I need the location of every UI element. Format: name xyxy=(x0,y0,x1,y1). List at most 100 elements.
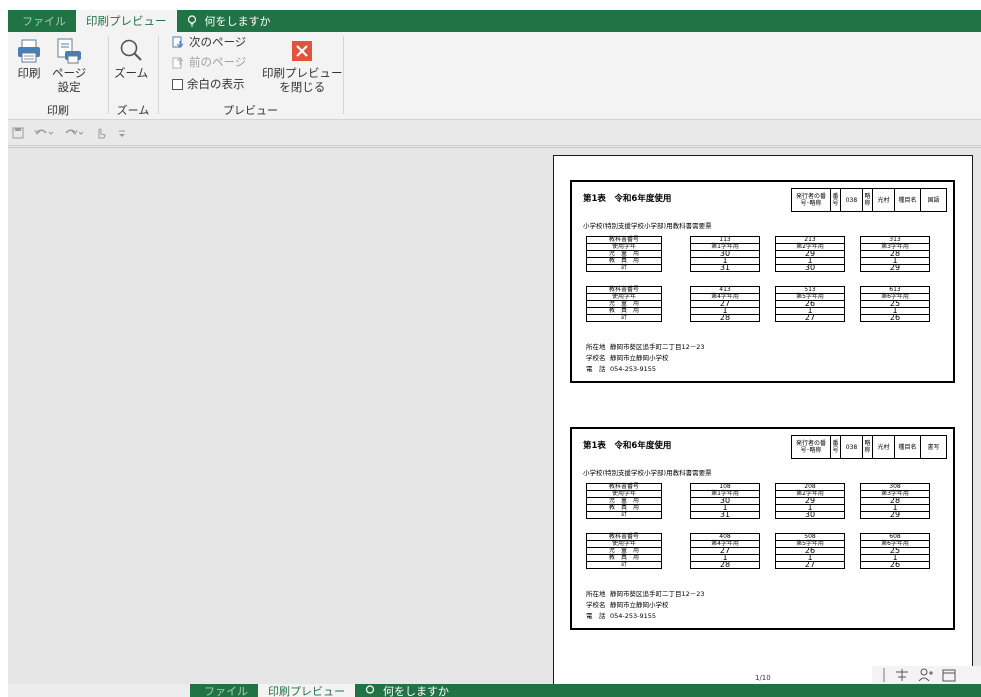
print-label: 印刷 xyxy=(17,66,41,80)
phone-key: 電 話 xyxy=(586,365,606,373)
tab-print-preview[interactable]: 印刷プレビュー xyxy=(258,684,355,697)
save-icon[interactable] xyxy=(12,127,24,139)
school-address-block: 所在地 静岡市葵区追手町二丁目12－23 学校名 静岡市立静岡小学校 電 話 054-… xyxy=(586,342,705,375)
subject-name: 書写 xyxy=(920,436,946,458)
quick-access-toolbar xyxy=(8,121,981,146)
publisher-box: 発行者の番号･略称 番号 038 略称 光村 種目名 書写 xyxy=(791,435,947,459)
tab-file[interactable]: ファイル xyxy=(190,684,258,697)
subject-name: 国語 xyxy=(920,189,946,211)
close-preview-label-1: 印刷プレビュー xyxy=(262,66,343,80)
cell: 26 xyxy=(860,314,930,322)
address-key: 所在地 xyxy=(586,590,606,598)
ribbon-tab-bar: ファイル 印刷プレビュー 何をしますか xyxy=(8,10,981,32)
publisher-col1: 番号 xyxy=(830,189,840,211)
group-divider xyxy=(343,36,344,114)
publisher-col2: 略称 xyxy=(862,189,872,211)
touch-mode-icon[interactable] xyxy=(94,127,108,139)
view-mode-controls xyxy=(872,666,981,684)
grade-column: 508 第5学年用 26 1 27 xyxy=(775,533,845,569)
next-page-label: 次のページ xyxy=(189,35,247,49)
publisher-abbr: 光村 xyxy=(872,189,894,211)
address-key: 所在地 xyxy=(586,343,606,351)
previous-page-button[interactable]: 前のページ xyxy=(172,54,246,70)
grade-column: 408 第4学年用 27 1 28 xyxy=(690,533,760,569)
tab-file[interactable]: ファイル xyxy=(8,10,76,32)
cell: 29 xyxy=(860,511,930,519)
publisher-box: 発行者の番号･略称 番号 038 略称 光村 種目名 国語 xyxy=(791,188,947,212)
school-key: 学校名 xyxy=(586,601,606,609)
grade-column: 513 第5学年用 26 1 27 xyxy=(775,286,845,322)
accessibility-icon[interactable] xyxy=(918,668,934,682)
address-value: 静岡市葵区追手町二丁目12－23 xyxy=(610,590,705,598)
cell: 31 xyxy=(690,264,760,272)
ribbon-tab-bar-duplicate: ファイル 印刷プレビュー 何をしますか xyxy=(190,684,981,697)
publisher-col2: 略称 xyxy=(862,436,872,458)
show-margins-label: 余白の表示 xyxy=(187,77,245,91)
page-view-icon[interactable] xyxy=(942,668,956,682)
tell-me-label: 何をしますか xyxy=(383,684,449,697)
customize-qat-icon[interactable] xyxy=(118,127,126,139)
redo-icon[interactable] xyxy=(64,127,84,139)
row-label: 計 xyxy=(586,264,662,272)
school-key: 学校名 xyxy=(586,354,606,362)
checkbox-box[interactable] xyxy=(172,78,183,90)
close-icon xyxy=(292,41,313,61)
scroll-marker-icon xyxy=(883,668,885,682)
page-indicator: 1/10 xyxy=(755,674,771,682)
close-preview-label-2: を閉じる xyxy=(279,80,326,94)
cell: 27 xyxy=(775,314,845,322)
page-setup-label-1: ページ xyxy=(52,66,87,80)
ribbon: 印刷 ページ 設定 印刷 ズーム ズーム 次のページ 前のページ 余白の表示 印… xyxy=(8,32,981,120)
form-subtitle: 小学校(特別支援学校小学部)用教科書需要票 xyxy=(583,469,712,477)
zoom-label: ズーム xyxy=(114,66,149,80)
row-label-table: 教科書番号 使用学年 児 童 用 教 員 用 計 xyxy=(586,236,662,272)
lightbulb-icon xyxy=(365,684,375,694)
grade-column: 213 第2学年用 29 1 30 xyxy=(775,236,845,272)
address-value: 静岡市葵区追手町二丁目12－23 xyxy=(610,343,705,351)
form-subtitle: 小学校(特別支援学校小学部)用教科書需要票 xyxy=(583,222,712,230)
print-button[interactable]: 印刷 xyxy=(16,38,42,80)
close-print-preview-button[interactable]: 印刷プレビュー を閉じる xyxy=(262,38,343,94)
publisher-abbr: 光村 xyxy=(872,436,894,458)
sheet-tab-area xyxy=(8,684,190,697)
group-print: 印刷 ページ 設定 印刷 xyxy=(8,32,108,120)
school-value: 静岡市立静岡小学校 xyxy=(610,601,669,609)
printer-icon xyxy=(18,39,40,63)
grade-column: 113 第1学年用 30 1 31 xyxy=(690,236,760,272)
page-setup-button[interactable]: ページ 設定 xyxy=(52,38,86,94)
publisher-label: 発行者の番号･略称 xyxy=(795,193,826,207)
cell: 27 xyxy=(775,561,845,569)
cell: 26 xyxy=(860,561,930,569)
demand-form-1: 第1表 令和6年度使用 発行者の番号･略称 番号 038 略称 光村 種目名 国… xyxy=(570,180,955,383)
group-preview: 次のページ 前のページ 余白の表示 印刷プレビュー を閉じる プレビュー xyxy=(158,32,343,120)
window-left-margin xyxy=(0,0,8,697)
row-label-table: 教科書番号 使用学年 児 童 用 教 員 用 計 xyxy=(586,483,662,519)
cell: 30 xyxy=(775,264,845,272)
tell-me-box[interactable]: 何をしますか xyxy=(355,684,459,697)
text-direction-icon[interactable] xyxy=(894,668,910,682)
next-page-button[interactable]: 次のページ xyxy=(172,34,246,50)
zoom-button[interactable]: ズーム xyxy=(114,38,148,80)
tell-me-box[interactable]: 何をしますか xyxy=(177,10,281,32)
cell: 30 xyxy=(775,511,845,519)
group-preview-label: プレビュー xyxy=(223,104,278,117)
show-margins-checkbox[interactable]: 余白の表示 xyxy=(172,76,245,92)
grade-column: 208 第2学年用 29 1 30 xyxy=(775,483,845,519)
page-setup-icon xyxy=(57,38,82,64)
previous-page-icon xyxy=(172,56,184,68)
subject-label: 種目名 xyxy=(894,189,920,211)
undo-icon[interactable] xyxy=(34,127,54,139)
row-label-table: 教科書番号 使用学年 児 童 用 教 員 用 計 xyxy=(586,533,662,569)
group-zoom-label: ズーム xyxy=(116,104,150,117)
page-setup-label-2: 設定 xyxy=(57,80,81,94)
window-top-margin xyxy=(0,0,981,10)
previous-page-label: 前のページ xyxy=(189,55,247,69)
row-label: 計 xyxy=(586,511,662,519)
school-address-block: 所在地 静岡市葵区追手町二丁目12－23 学校名 静岡市立静岡小学校 電 話 054-… xyxy=(586,589,705,622)
lightbulb-icon xyxy=(187,15,196,27)
row-label: 計 xyxy=(586,561,662,569)
phone-key: 電 話 xyxy=(586,612,606,620)
tab-print-preview[interactable]: 印刷プレビュー xyxy=(76,10,177,32)
publisher-label: 発行者の番号･略称 xyxy=(795,440,826,454)
grade-column: 313 第3学年用 28 1 29 xyxy=(860,236,930,272)
